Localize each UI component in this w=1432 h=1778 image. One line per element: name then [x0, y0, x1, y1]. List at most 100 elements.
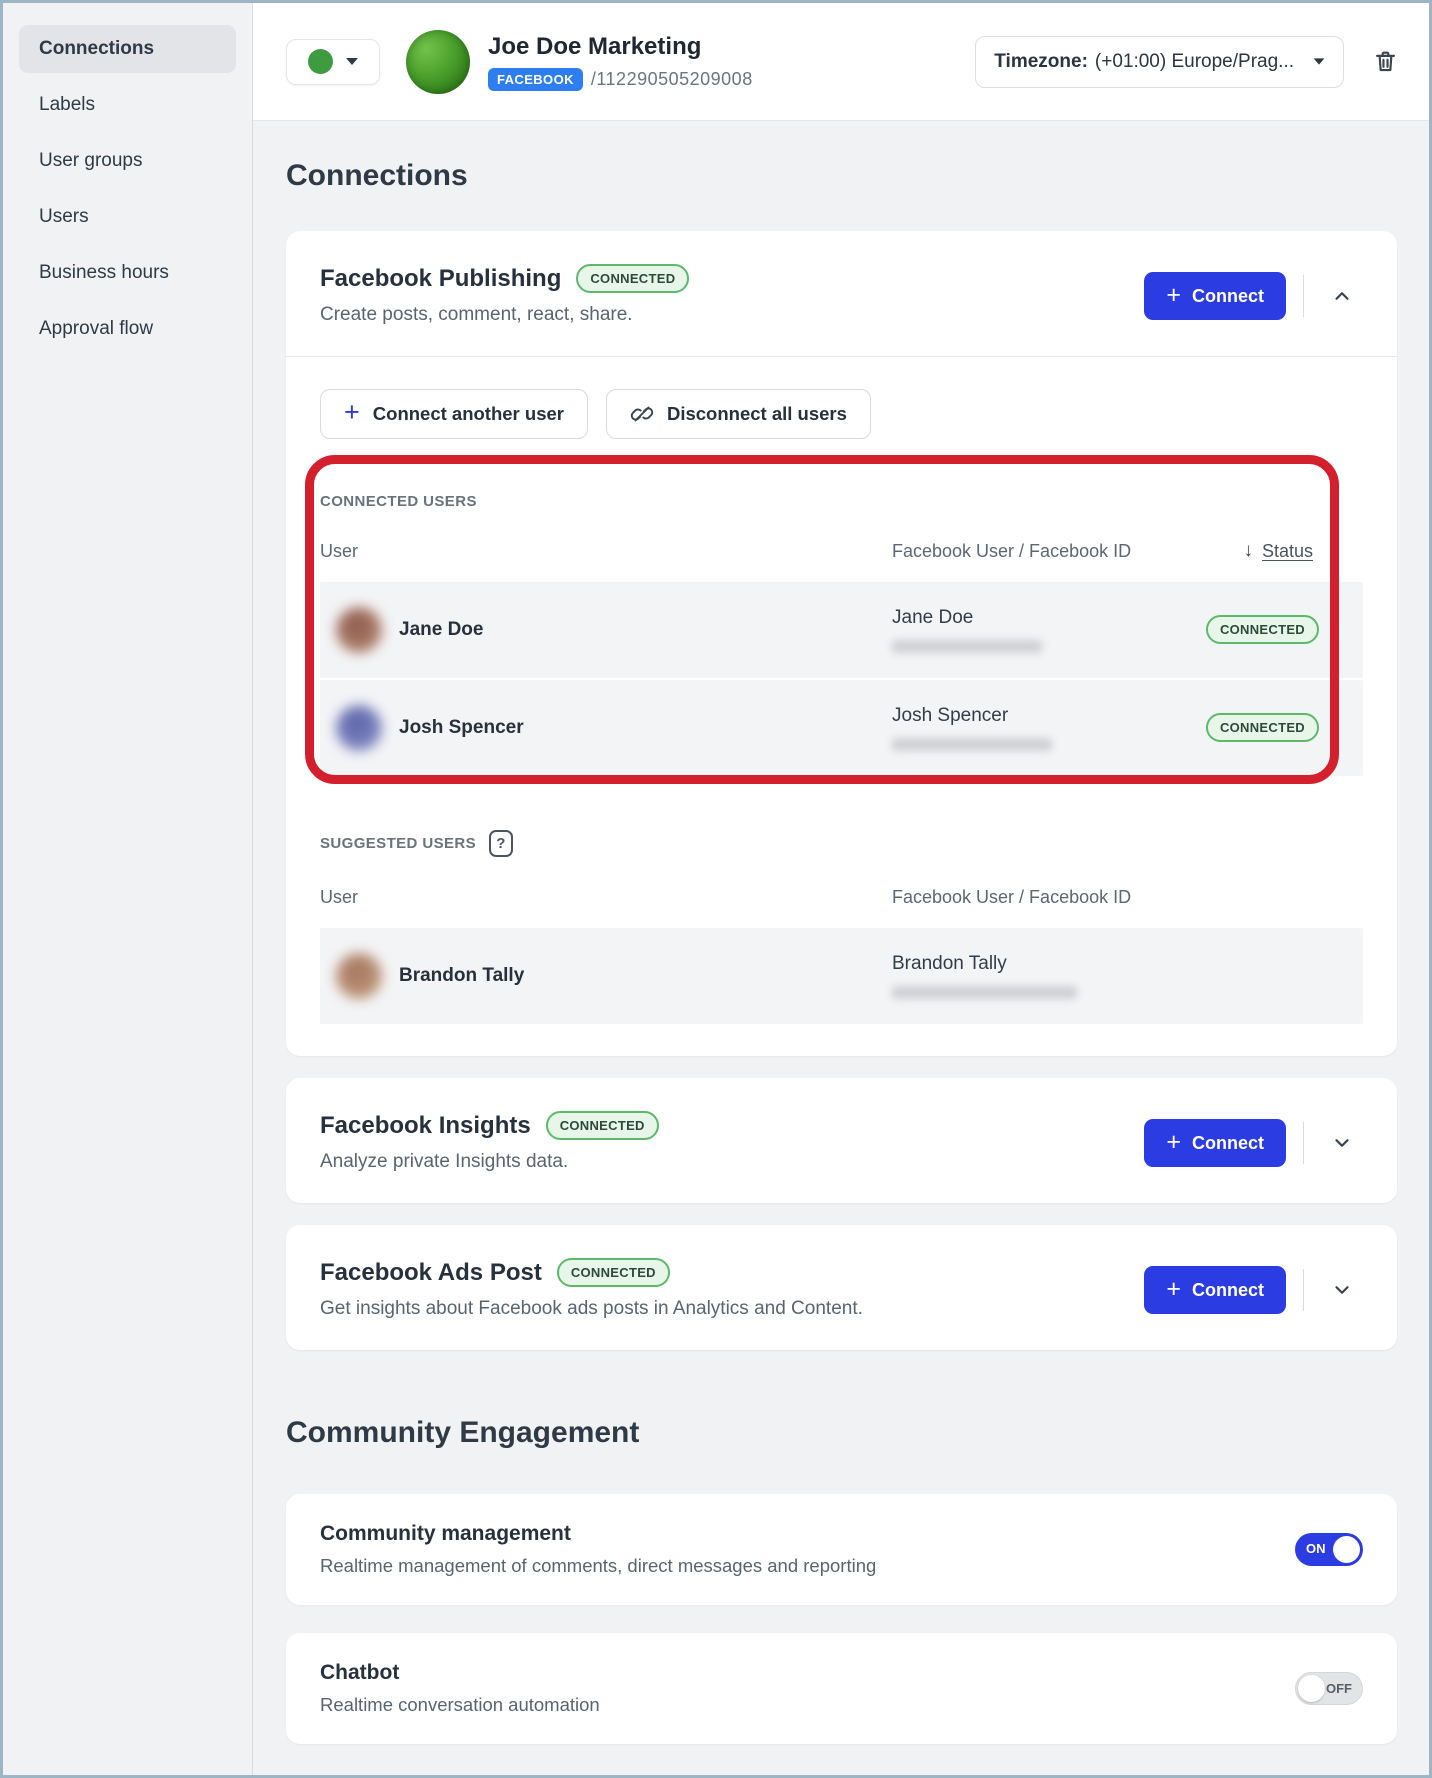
facebook-id-redacted: [892, 640, 1042, 653]
user-name: Jane Doe: [399, 619, 483, 641]
avatar: [336, 953, 382, 999]
trash-icon: [1372, 48, 1399, 75]
community-management-description: Realtime management of comments, direct …: [320, 1555, 876, 1577]
avatar: [336, 607, 382, 653]
sidebar-item-labels[interactable]: Labels: [19, 81, 236, 129]
community-management-text: Community management Realtime management…: [320, 1522, 876, 1577]
disconnect-icon: [630, 402, 654, 426]
profile-meta: Joe Doe Marketing FACEBOOK /112290505209…: [488, 33, 753, 91]
network-badge: FACEBOOK: [488, 68, 583, 91]
divider: [1303, 1269, 1304, 1311]
chevron-down-icon: [1314, 58, 1325, 64]
chatbot-card: Chatbot Realtime conversation automation…: [286, 1633, 1397, 1744]
profile-status-dropdown[interactable]: [286, 39, 380, 85]
ads-post-title: Facebook Ads Post: [320, 1259, 542, 1287]
plus-icon: +: [1166, 283, 1181, 308]
page-title: Connections: [286, 159, 1397, 193]
help-icon[interactable]: ?: [489, 830, 513, 857]
facebook-ads-post-card: Facebook Ads Post CONNECTED Get insights…: [286, 1225, 1397, 1350]
insights-title: Facebook Insights: [320, 1112, 531, 1140]
sidebar-item-user-groups[interactable]: User groups: [19, 137, 236, 185]
sidebar-item-users[interactable]: Users: [19, 193, 236, 241]
ads-post-connect-button[interactable]: + Connect: [1144, 1266, 1286, 1314]
chatbot-description: Realtime conversation automation: [320, 1694, 600, 1716]
delete-profile-button[interactable]: [1372, 48, 1399, 75]
ads-post-expand-button[interactable]: [1321, 1269, 1363, 1311]
online-status-icon: [308, 49, 333, 74]
table-row[interactable]: Brandon Tally Brandon Tally: [320, 928, 1363, 1024]
connected-users-table-header: User Facebook User / Facebook ID ↓ Statu…: [320, 510, 1363, 582]
publishing-user-actions: + Connect another user Disconnect all us…: [320, 389, 1363, 439]
chatbot-title: Chatbot: [320, 1661, 600, 1685]
chevron-down-icon: [1331, 1279, 1353, 1301]
plus-icon: +: [1166, 1277, 1181, 1302]
sidebar-item-approval-flow[interactable]: Approval flow: [19, 305, 236, 353]
chevron-up-icon: [1331, 285, 1353, 307]
connect-button-label: Connect: [1192, 1133, 1264, 1154]
ads-post-status-badge: CONNECTED: [557, 1258, 670, 1287]
publishing-status-badge: CONNECTED: [576, 264, 689, 293]
divider: [1303, 1122, 1304, 1164]
column-header-facebook-user: Facebook User / Facebook ID: [892, 887, 1177, 908]
facebook-user-name: Jane Doe: [892, 607, 1177, 629]
suggested-users-table-header: User Facebook User / Facebook ID: [320, 857, 1363, 928]
timezone-dropdown[interactable]: Timezone: (+01:00) Europe/Prag...: [975, 36, 1344, 88]
status-cell: CONNECTED: [1206, 719, 1363, 737]
facebook-id-redacted: [892, 986, 1077, 999]
community-management-toggle[interactable]: ON: [1295, 1533, 1363, 1566]
chevron-down-icon: [346, 58, 358, 65]
chatbot-toggle[interactable]: OFF: [1295, 1672, 1363, 1705]
insights-expand-button[interactable]: [1321, 1122, 1363, 1164]
timezone-label: Timezone:: [994, 51, 1088, 73]
ads-post-card-header: Facebook Ads Post CONNECTED Get insights…: [286, 1225, 1397, 1350]
column-header-status-sort[interactable]: ↓ Status: [1243, 540, 1363, 562]
insights-title-block: Facebook Insights CONNECTED Analyze priv…: [320, 1111, 659, 1173]
facebook-id-redacted: [892, 738, 1052, 751]
insights-description: Analyze private Insights data.: [320, 1151, 659, 1173]
publishing-card-header: Facebook Publishing CONNECTED Create pos…: [286, 231, 1397, 356]
table-row[interactable]: Jane Doe Jane Doe CONNECTED: [320, 582, 1363, 678]
toggle-knob: [1333, 1536, 1360, 1563]
profile-header-left: Joe Doe Marketing FACEBOOK /112290505209…: [286, 30, 753, 94]
main-column: Joe Doe Marketing FACEBOOK /112290505209…: [253, 3, 1429, 1775]
app-root: Connections Labels User groups Users Bus…: [0, 0, 1432, 1778]
sidebar-item-connections[interactable]: Connections: [19, 25, 236, 73]
profile-name: Joe Doe Marketing: [488, 33, 753, 61]
publishing-connect-button[interactable]: + Connect: [1144, 272, 1286, 320]
plus-icon: +: [1166, 1130, 1181, 1155]
status-cell: CONNECTED: [1206, 621, 1363, 639]
insights-header-actions: + Connect: [1144, 1111, 1363, 1167]
column-header-facebook-user: Facebook User / Facebook ID: [892, 541, 1177, 562]
settings-sidebar: Connections Labels User groups Users Bus…: [3, 3, 253, 1775]
connect-button-label: Connect: [1192, 286, 1264, 307]
connect-button-label: Connect: [1192, 1280, 1264, 1301]
profile-header-right: Timezone: (+01:00) Europe/Prag...: [975, 36, 1399, 88]
facebook-user-cell: Jane Doe: [892, 607, 1177, 653]
plus-icon: +: [344, 399, 360, 426]
column-header-status: Status: [1262, 541, 1313, 562]
ads-post-title-block: Facebook Ads Post CONNECTED Get insights…: [320, 1258, 863, 1320]
user-name: Brandon Tally: [399, 965, 524, 987]
publishing-title-block: Facebook Publishing CONNECTED Create pos…: [320, 264, 689, 326]
chevron-down-icon: [1331, 1132, 1353, 1154]
profile-subline: FACEBOOK /112290505209008: [488, 68, 753, 91]
status-badge: CONNECTED: [1206, 615, 1319, 644]
facebook-user-cell: Brandon Tally: [892, 953, 1177, 999]
insights-connect-button[interactable]: + Connect: [1144, 1119, 1286, 1167]
publishing-title: Facebook Publishing: [320, 265, 561, 293]
connect-another-user-button[interactable]: + Connect another user: [320, 389, 588, 439]
toggle-knob: [1298, 1675, 1325, 1702]
profile-id: /112290505209008: [591, 69, 753, 90]
publishing-collapse-button[interactable]: [1321, 275, 1363, 317]
disconnect-all-users-button[interactable]: Disconnect all users: [606, 389, 871, 439]
user-cell: Jane Doe: [320, 607, 892, 653]
suggested-users-label-text: SUGGESTED USERS: [320, 835, 476, 852]
profile-avatar: [406, 30, 470, 94]
sidebar-item-business-hours[interactable]: Business hours: [19, 249, 236, 297]
divider: [1303, 275, 1304, 317]
publishing-header-actions: + Connect: [1144, 264, 1363, 320]
table-row[interactable]: Josh Spencer Josh Spencer CONNECTED: [320, 680, 1363, 776]
profile-header: Joe Doe Marketing FACEBOOK /112290505209…: [253, 3, 1429, 121]
ads-post-description: Get insights about Facebook ads posts in…: [320, 1298, 863, 1320]
user-cell: Josh Spencer: [320, 705, 892, 751]
